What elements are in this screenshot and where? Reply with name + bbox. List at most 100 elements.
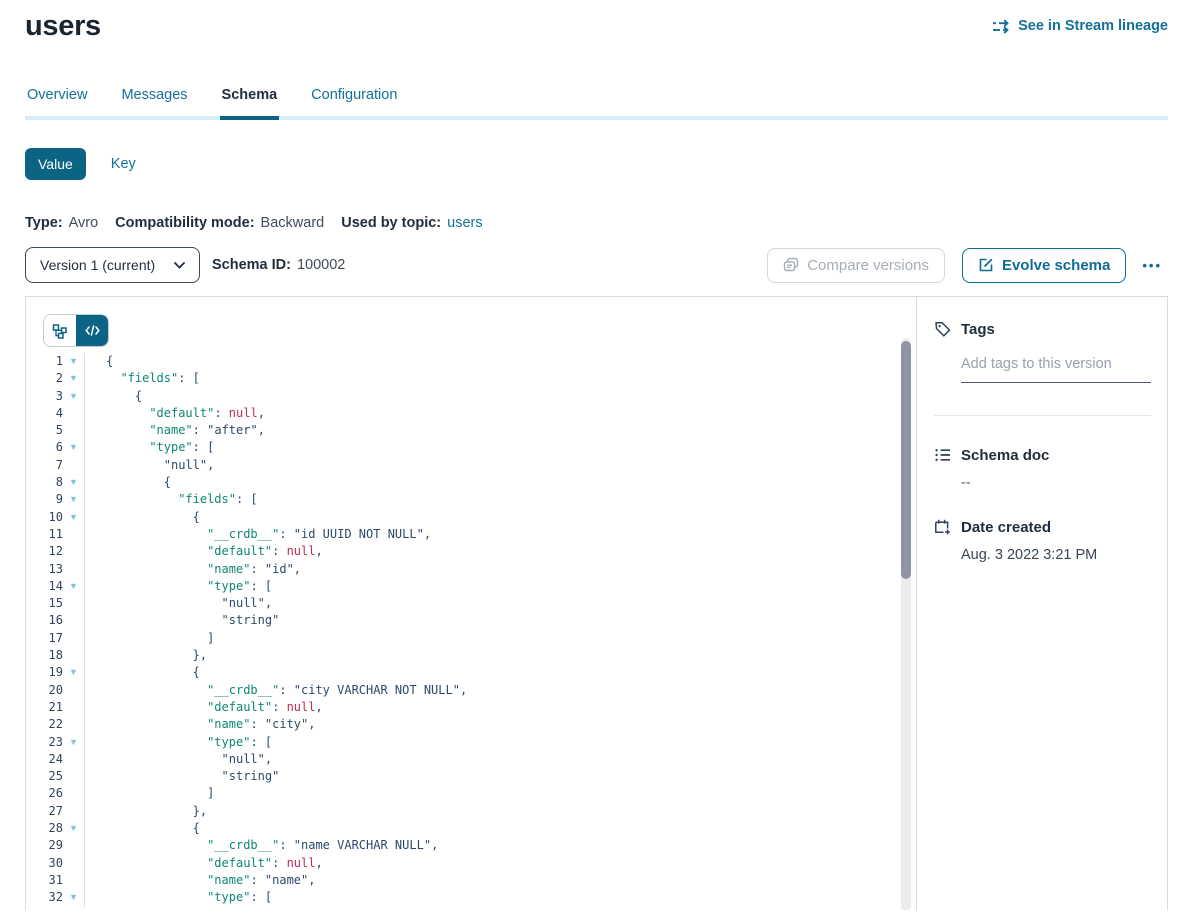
line-number: 13 — [26, 561, 63, 578]
code-line: 15"null", — [26, 595, 916, 612]
collapse-arrow-placeholder — [63, 647, 84, 664]
code-line: 25"string" — [26, 768, 916, 785]
collapse-arrow-icon[interactable]: ▼ — [63, 734, 84, 751]
more-actions-button[interactable]: ••• — [1136, 252, 1168, 279]
compare-versions-label: Compare versions — [807, 257, 929, 274]
collapse-arrow-placeholder — [63, 422, 84, 439]
code-line: 27}, — [26, 803, 916, 820]
line-number: 18 — [26, 647, 63, 664]
collapse-arrow-placeholder — [63, 543, 84, 560]
compatibility-label: Compatibility mode: — [115, 215, 254, 231]
page-title: users — [25, 10, 101, 43]
line-number: 20 — [26, 682, 63, 699]
value-key-toggle: Value Key — [25, 148, 1189, 180]
schema-id-value: 100002 — [297, 257, 345, 273]
collapse-arrow-icon[interactable]: ▼ — [63, 474, 84, 491]
stream-lineage-link[interactable]: See in Stream lineage — [992, 18, 1168, 34]
line-number: 23 — [26, 734, 63, 751]
key-toggle-button[interactable]: Key — [111, 156, 136, 172]
collapse-arrow-icon[interactable]: ▼ — [63, 491, 84, 508]
code-line: 5"name": "after", — [26, 422, 916, 439]
collapse-arrow-placeholder — [63, 716, 84, 733]
type-value: Avro — [69, 215, 99, 231]
collapse-arrow-icon[interactable]: ▼ — [63, 578, 84, 595]
evolve-schema-button[interactable]: Evolve schema — [962, 248, 1126, 283]
tab-schema[interactable]: Schema — [220, 87, 280, 116]
line-number: 24 — [26, 751, 63, 768]
compare-icon — [783, 257, 799, 273]
compare-versions-button[interactable]: Compare versions — [767, 248, 945, 283]
date-created-section-header: Date created — [934, 518, 1151, 536]
line-number: 1 — [26, 353, 63, 370]
calendar-plus-icon — [934, 518, 952, 536]
code-scrollbar-thumb[interactable] — [901, 341, 911, 579]
code-line: 29"__crdb__": "name VARCHAR NULL", — [26, 837, 916, 854]
collapse-arrow-icon[interactable]: ▼ — [63, 370, 84, 387]
collapse-arrow-placeholder — [63, 457, 84, 474]
code-scrollbar-track[interactable] — [901, 338, 911, 910]
collapse-arrow-icon[interactable]: ▼ — [63, 353, 84, 370]
line-number: 15 — [26, 595, 63, 612]
tab-bar: Overview Messages Schema Configuration — [25, 87, 1168, 120]
code-toolbar — [26, 297, 916, 347]
collapse-arrow-placeholder — [63, 405, 84, 422]
line-number: 25 — [26, 768, 63, 785]
value-toggle-button[interactable]: Value — [25, 148, 86, 180]
line-number: 28 — [26, 820, 63, 837]
schema-code-editor[interactable]: 1▼{2▼"fields": [3▼{4"default": null,5"na… — [26, 353, 916, 907]
line-number: 3 — [26, 388, 63, 405]
schema-id-label: Schema ID: — [212, 257, 291, 273]
type-label: Type: — [25, 215, 63, 231]
code-line: 30"default": null, — [26, 855, 916, 872]
collapse-arrow-icon[interactable]: ▼ — [63, 889, 84, 906]
date-created-value: Aug. 3 2022 3:21 PM — [961, 547, 1151, 563]
code-line: 14▼"type": [ — [26, 578, 916, 595]
evolve-schema-label: Evolve schema — [1002, 257, 1110, 274]
collapse-arrow-icon[interactable]: ▼ — [63, 509, 84, 526]
line-number: 29 — [26, 837, 63, 854]
tab-overview[interactable]: Overview — [25, 87, 89, 116]
line-number: 10 — [26, 509, 63, 526]
collapse-arrow-placeholder — [63, 595, 84, 612]
collapse-arrow-placeholder — [63, 751, 84, 768]
tab-messages[interactable]: Messages — [119, 87, 189, 116]
edit-schema-icon — [978, 257, 994, 273]
line-number: 8 — [26, 474, 63, 491]
code-view-button[interactable] — [76, 315, 108, 346]
code-line: 18}, — [26, 647, 916, 664]
stream-lineage-label: See in Stream lineage — [1018, 18, 1168, 34]
used-by-topic-label: Used by topic: — [341, 215, 441, 231]
tree-view-icon — [52, 323, 68, 339]
line-number: 26 — [26, 785, 63, 802]
collapse-arrow-icon[interactable]: ▼ — [63, 664, 84, 681]
collapse-arrow-placeholder — [63, 682, 84, 699]
view-mode-toggle — [43, 314, 109, 347]
schema-content-box: 1▼{2▼"fields": [3▼{4"default": null,5"na… — [25, 296, 1168, 910]
collapse-arrow-icon[interactable]: ▼ — [63, 820, 84, 837]
tab-configuration[interactable]: Configuration — [309, 87, 399, 116]
schema-code-panel: 1▼{2▼"fields": [3▼{4"default": null,5"na… — [26, 297, 916, 910]
code-line: 4"default": null, — [26, 405, 916, 422]
collapse-arrow-placeholder — [63, 768, 84, 785]
schema-meta-row: Type: Avro Compatibility mode: Backward … — [25, 215, 1189, 231]
code-line: 12"default": null, — [26, 543, 916, 560]
version-select[interactable]: Version 1 (current) — [25, 247, 200, 283]
add-tags-input[interactable] — [961, 356, 1151, 383]
code-line: 23▼"type": [ — [26, 734, 916, 751]
code-line: 26] — [26, 785, 916, 802]
doc-list-icon — [934, 446, 952, 464]
code-view-icon — [85, 324, 100, 337]
line-number: 21 — [26, 699, 63, 716]
code-line: 1▼{ — [26, 353, 916, 370]
topic-link[interactable]: users — [447, 215, 482, 231]
tree-view-button[interactable] — [44, 315, 76, 346]
collapse-arrow-placeholder — [63, 561, 84, 578]
collapse-arrow-placeholder — [63, 699, 84, 716]
collapse-arrow-icon[interactable]: ▼ — [63, 439, 84, 456]
code-line: 16"string" — [26, 612, 916, 629]
collapse-arrow-icon[interactable]: ▼ — [63, 388, 84, 405]
code-line: 2▼"fields": [ — [26, 370, 916, 387]
code-line: 28▼{ — [26, 820, 916, 837]
schema-side-panel: Tags Schema doc -- — [916, 297, 1167, 910]
code-line: 3▼{ — [26, 388, 916, 405]
